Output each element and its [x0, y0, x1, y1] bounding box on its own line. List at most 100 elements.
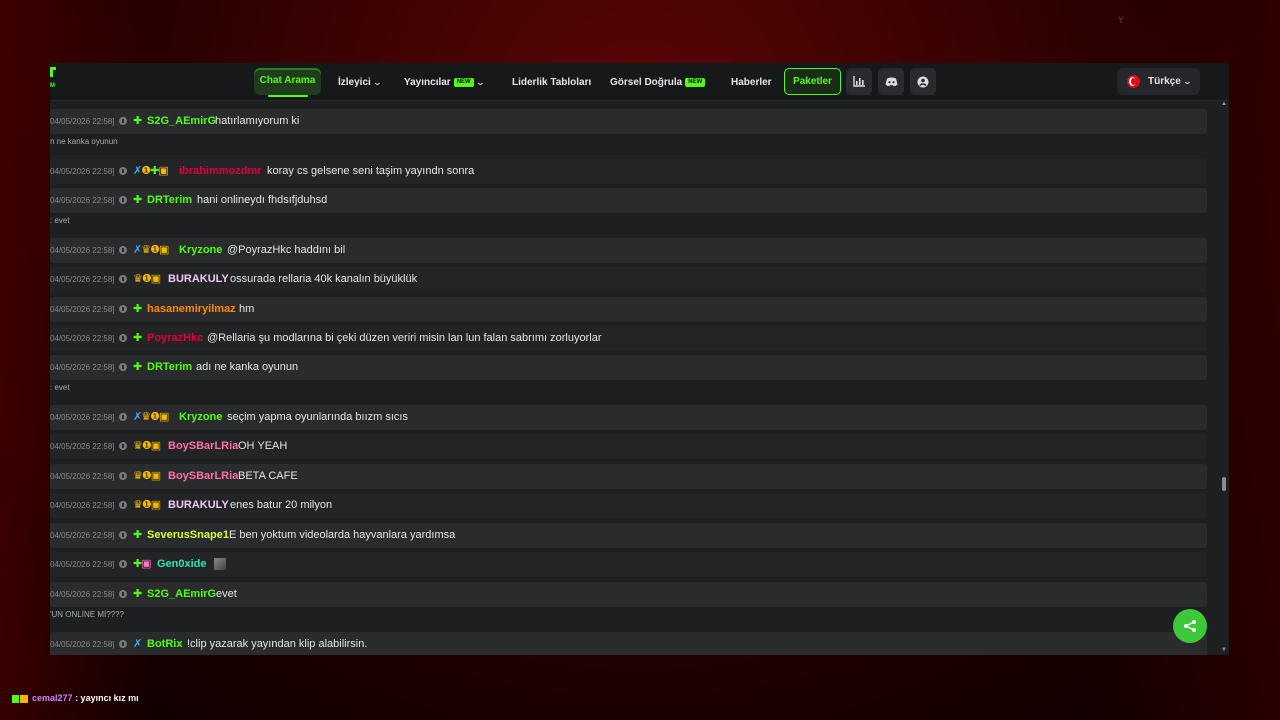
timestamp: 04/05/2026 22:58]: [50, 413, 115, 422]
badge-icons: ♛❶▣: [133, 499, 161, 511]
info-icon[interactable]: [119, 413, 127, 421]
info-icon[interactable]: [119, 442, 127, 450]
info-icon[interactable]: [119, 531, 127, 539]
info-icon[interactable]: [119, 472, 127, 480]
chat-row: 04/05/2026 22:58] ✚ S2G_AEmirG evet: [50, 582, 1207, 607]
message-text: hani onlineydı fhdsıfjduhsd: [197, 194, 328, 206]
message-text: @Rellaria şu modlarına bi çeki düzen ver…: [207, 332, 602, 344]
username[interactable]: PoyrazHkc: [147, 326, 203, 351]
badge-icons: ✗: [133, 638, 142, 650]
username[interactable]: Kryzone: [179, 405, 222, 430]
chevron-down-icon: ⌄: [1182, 77, 1193, 86]
message-text: hatırlamıyorum ki: [215, 115, 300, 127]
nav-liderlik-tablolari[interactable]: Liderlik Tabloları: [512, 71, 591, 95]
reply-context: : evet: [50, 216, 70, 225]
badge-icons: ✚: [133, 361, 142, 373]
username[interactable]: DRTerim: [147, 355, 192, 380]
chat-row: 04/05/2026 22:58] ✗♛❶▣ Kryzone seçim yap…: [50, 405, 1207, 430]
timestamp: 04/05/2026 22:58]: [50, 334, 115, 343]
info-icon[interactable]: [119, 305, 127, 313]
stream-chat-text: : yayıncı kız mı: [75, 693, 139, 703]
new-badge: NEW: [685, 77, 706, 87]
nav-gorsel-dogrula[interactable]: Görsel Doğrula NEW: [610, 71, 706, 95]
info-icon[interactable]: [119, 167, 127, 175]
info-icon[interactable]: [119, 560, 127, 568]
turkey-flag-icon: [1127, 75, 1140, 88]
info-icon[interactable]: [119, 363, 127, 371]
message-text: E ben yoktum videolarda hayvanlara yardı…: [229, 529, 456, 541]
info-icon[interactable]: [119, 275, 127, 283]
timestamp: 04/05/2026 22:58]: [50, 442, 115, 451]
timestamp: 04/05/2026 22:58]: [50, 501, 115, 510]
username[interactable]: S2G_AEmirG: [147, 582, 216, 607]
site-logo[interactable]: M: [50, 67, 58, 91]
timestamp: 04/05/2026 22:58]: [50, 117, 115, 126]
username[interactable]: BURAKULY: [168, 493, 229, 518]
username[interactable]: Kryzone: [179, 238, 222, 263]
timestamp: 04/05/2026 22:58]: [50, 363, 115, 372]
username[interactable]: hasanemiryilmaz: [147, 297, 236, 322]
nav-chat-arama[interactable]: Chat Arama: [254, 68, 321, 97]
language-select[interactable]: Türkçe ⌄: [1117, 68, 1200, 95]
language-label: Türkçe: [1148, 76, 1181, 87]
message-text: !clip yazarak yayından klip alabilirsin.: [187, 638, 368, 650]
username[interactable]: DRTerim: [147, 188, 192, 213]
username[interactable]: SeverusSnape1: [147, 523, 229, 548]
chevron-down-icon: ⌄: [475, 78, 485, 87]
share-button[interactable]: [1173, 609, 1207, 643]
username[interactable]: BotRix: [147, 632, 182, 655]
nav-gorsel-label: Görsel Doğrula: [610, 77, 683, 88]
stats-button[interactable]: [846, 68, 872, 95]
scroll-thumb[interactable]: [1222, 477, 1226, 491]
badge-icons: ✚▣: [133, 558, 152, 570]
username[interactable]: Gen0xide: [157, 552, 207, 577]
message-emote: [214, 552, 226, 577]
stats-icon: [853, 76, 865, 87]
chat-row: 04/05/2026 22:58] ✚ DRTerim hani onliney…: [50, 188, 1207, 213]
badge-icons: ♛❶▣: [133, 440, 161, 452]
nav-izleyici[interactable]: İzleyici ⌄: [338, 71, 382, 95]
message-text: adı ne kanka oyunun: [196, 361, 299, 373]
info-icon[interactable]: [119, 117, 127, 125]
chat-row: 04/05/2026 22:58] ♛❶▣ BoySBarLRia OH YEA…: [50, 434, 1207, 459]
timestamp: 04/05/2026 22:58]: [50, 590, 115, 599]
username[interactable]: BoySBarLRia: [168, 434, 238, 459]
message-text: evet: [216, 588, 237, 600]
scrollbar[interactable]: ▲ ▼: [1221, 101, 1227, 655]
info-icon[interactable]: [119, 196, 127, 204]
username[interactable]: BURAKULY: [168, 267, 229, 292]
info-icon[interactable]: [119, 246, 127, 254]
timestamp: 04/05/2026 22:58]: [50, 305, 115, 314]
nav-chat-arama-label: Chat Arama: [259, 75, 316, 86]
message-text: @PoyrazHkc haddını bil: [227, 244, 346, 256]
chat-row: 04/05/2026 22:58] ✗❶✚▣ ibrahimmozdmr kor…: [50, 159, 1207, 184]
message-text: koray cs gelsene seni taşim yayındn sonr…: [267, 165, 475, 177]
info-icon[interactable]: [119, 590, 127, 598]
chat-row: 04/05/2026 22:58] ✚ SeverusSnape1 E ben …: [50, 523, 1207, 548]
background-mark: Y: [1118, 15, 1125, 25]
username[interactable]: BoySBarLRia: [168, 464, 238, 489]
discord-button[interactable]: [878, 68, 904, 95]
scroll-up-icon[interactable]: ▲: [1221, 101, 1227, 107]
account-button[interactable]: [910, 68, 936, 95]
info-icon[interactable]: [119, 640, 127, 648]
scroll-down-icon[interactable]: ▼: [1221, 647, 1227, 653]
active-indicator: [268, 95, 308, 97]
info-icon[interactable]: [119, 334, 127, 342]
stream-chat-username: cemal277: [32, 693, 73, 703]
badge-icons: ✚: [133, 588, 142, 600]
chevron-down-icon: ⌄: [372, 78, 382, 87]
paketler-button[interactable]: Paketler: [784, 68, 841, 95]
chat-row: 04/05/2026 22:58] ♛❶▣ BURAKULY enes batu…: [50, 493, 1207, 518]
username[interactable]: ibrahimmozdmr: [179, 159, 262, 184]
info-icon[interactable]: [119, 501, 127, 509]
nav-yayincilar[interactable]: Yayıncılar NEW ⌄: [404, 71, 485, 95]
nav-haberler-label: Haberler: [731, 77, 772, 88]
chat-search-window: M Chat Arama İzleyici ⌄ Yayıncılar NEW ⌄ Li…: [50, 63, 1229, 655]
timestamp: 04/05/2026 22:58]: [50, 640, 115, 649]
chat-row: 04/05/2026 22:58] ✚ DRTerim adı ne kanka…: [50, 355, 1207, 380]
chat-row: 04/05/2026 22:58] ✚ hasanemiryilmaz hm: [50, 297, 1207, 322]
message-text: BETA CAFE: [238, 470, 298, 482]
nav-haberler[interactable]: Haberler: [731, 71, 772, 95]
username[interactable]: S2G_AEmirG: [147, 109, 216, 134]
